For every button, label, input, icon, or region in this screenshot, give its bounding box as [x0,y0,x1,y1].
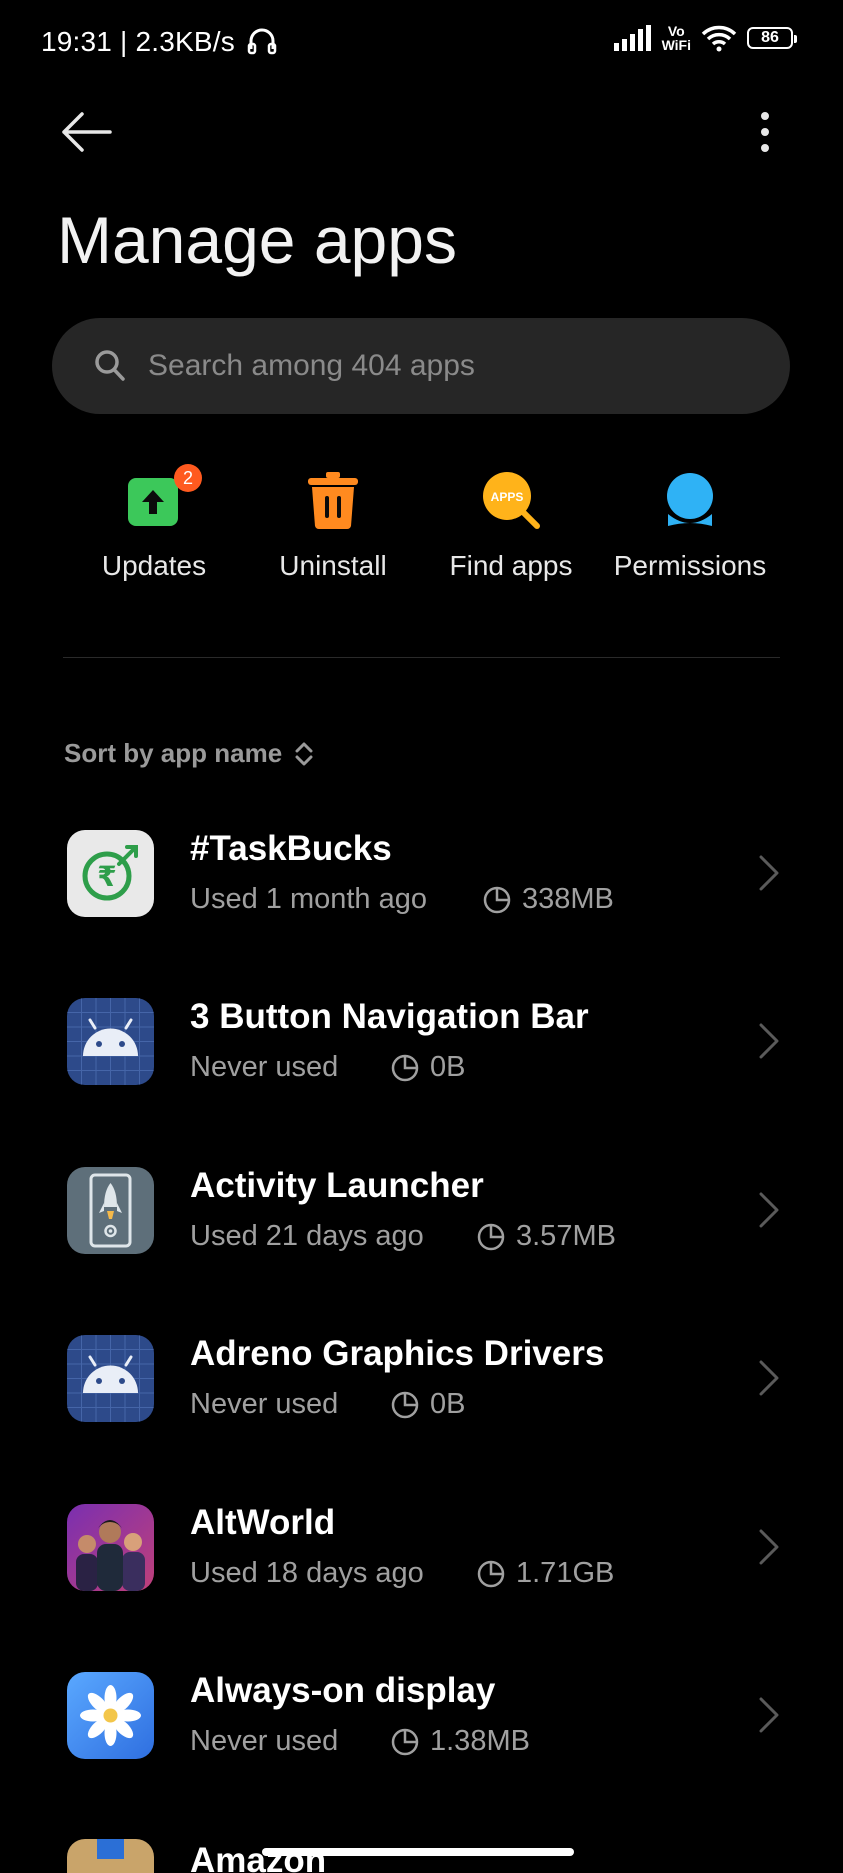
back-button[interactable] [60,110,114,154]
svg-text:₹: ₹ [97,860,116,893]
app-size: 1.71GB [476,1557,614,1590]
sort-toggle-icon [295,742,313,765]
app-usage: Never used [190,1388,339,1420]
app-size-value: 1.71GB [516,1557,615,1589]
more-options-button[interactable] [748,110,782,154]
trash-icon [303,470,363,530]
app-name: #TaskBucks [190,829,392,868]
battery-indicator: 86 [747,27,797,49]
app-size-value: 3.57MB [516,1220,616,1252]
storage-pie-icon [391,1728,419,1755]
altworld-icon [67,1504,154,1591]
android-icon [67,1335,154,1422]
app-size-value: 338MB [522,883,614,915]
uninstall-button[interactable]: Uninstall [243,470,423,582]
app-size: 0B [390,1388,465,1421]
app-size: 3.57MB [476,1220,616,1253]
page-title: Manage apps [57,203,457,277]
app-usage: Used 1 month ago [190,883,427,915]
storage-pie-icon [391,1391,419,1418]
app-size-value: 1.38MB [430,1725,530,1757]
app-size: 1.38MB [390,1725,530,1758]
app-name: Always-on display [190,1671,496,1710]
permissions-button[interactable]: Permissions [600,470,780,582]
updates-label: Updates [101,550,207,581]
app-usage: Never used [190,1051,339,1083]
search-input[interactable]: Search among 404 apps [52,318,790,414]
storage-pie-icon [391,1054,419,1081]
home-indicator[interactable] [262,1848,574,1856]
find-apps-icon-text: APPS [491,490,524,504]
app-usage: Never used [190,1725,339,1757]
permissions-label: Permissions [613,550,767,581]
chevron-right-icon [759,1529,779,1565]
wifi-icon [701,25,737,52]
updates-badge: 2 [174,464,202,492]
chevron-right-icon [759,1360,779,1396]
sort-label: Sort by app name [64,738,283,768]
activity-launcher-icon [67,1167,154,1254]
headphones-icon [247,28,277,55]
app-name: 3 Button Navigation Bar [190,997,589,1036]
status-time-speed: 19:31 | 2.3KB/s [41,26,277,58]
app-name: Amazon [190,1841,327,1873]
app-size-value: 0B [430,1051,466,1083]
app-list: ₹ #TaskBucks Used 1 month ago 338MB 3 Bu… [0,0,843,1873]
chevron-right-icon [759,1697,779,1733]
storage-pie-icon [477,1560,505,1587]
find-apps-button[interactable]: APPS Find apps [421,470,601,582]
chevron-right-icon [759,1192,779,1228]
app-size-value: 0B [430,1388,466,1420]
app-usage: Used 21 days ago [190,1220,424,1252]
vowifi-indicator: Vo WiFi [662,24,691,52]
app-row-always-on-display[interactable]: Always-on display Never used 1.38MB [0,1657,843,1825]
search-placeholder: Search among 404 apps [148,349,475,382]
app-row-3-button-navigation-bar[interactable]: 3 Button Navigation Bar Never used 0B [0,983,843,1151]
search-icon [95,350,125,381]
app-row-adreno-graphics-drivers[interactable]: Adreno Graphics Drivers Never used 0B [0,1320,843,1488]
app-name: Activity Launcher [190,1166,484,1205]
app-name: Adreno Graphics Drivers [190,1334,605,1373]
signal-icon [613,25,651,51]
divider [63,657,780,658]
app-row-altworld[interactable]: AltWorld Used 18 days ago 1.71GB [0,1489,843,1657]
app-row-taskbucks[interactable]: ₹ #TaskBucks Used 1 month ago 338MB [0,815,843,983]
status-time-text: 19:31 | 2.3KB/s [41,26,235,57]
find-apps-label: Find apps [449,550,573,581]
chevron-right-icon [759,855,779,891]
status-icons: Vo WiFi 86 [613,24,797,52]
storage-pie-icon [477,1223,505,1250]
sort-selector[interactable]: Sort by app name [64,738,314,769]
find-apps-icon: APPS [481,470,541,530]
android-icon [67,998,154,1085]
chevron-right-icon [759,1023,779,1059]
app-size: 0B [390,1051,465,1084]
storage-pie-icon [483,886,511,913]
uninstall-label: Uninstall [279,550,387,581]
permissions-icon [660,470,720,530]
updates-button[interactable]: 2 Updates [64,464,244,582]
battery-level: 86 [761,29,779,46]
always-on-display-icon [67,1672,154,1759]
vowifi-bottom-text: WiFi [661,37,691,53]
app-name: AltWorld [190,1503,336,1542]
app-size: 338MB [482,883,614,916]
update-arrow-icon: 2 [124,464,202,530]
vowifi-top-text: Vo [667,23,685,39]
app-row-activity-launcher[interactable]: Activity Launcher Used 21 days ago 3.57M… [0,1152,843,1320]
amazon-icon [67,1839,154,1873]
app-usage: Used 18 days ago [190,1557,424,1589]
taskbucks-icon: ₹ [67,830,154,917]
